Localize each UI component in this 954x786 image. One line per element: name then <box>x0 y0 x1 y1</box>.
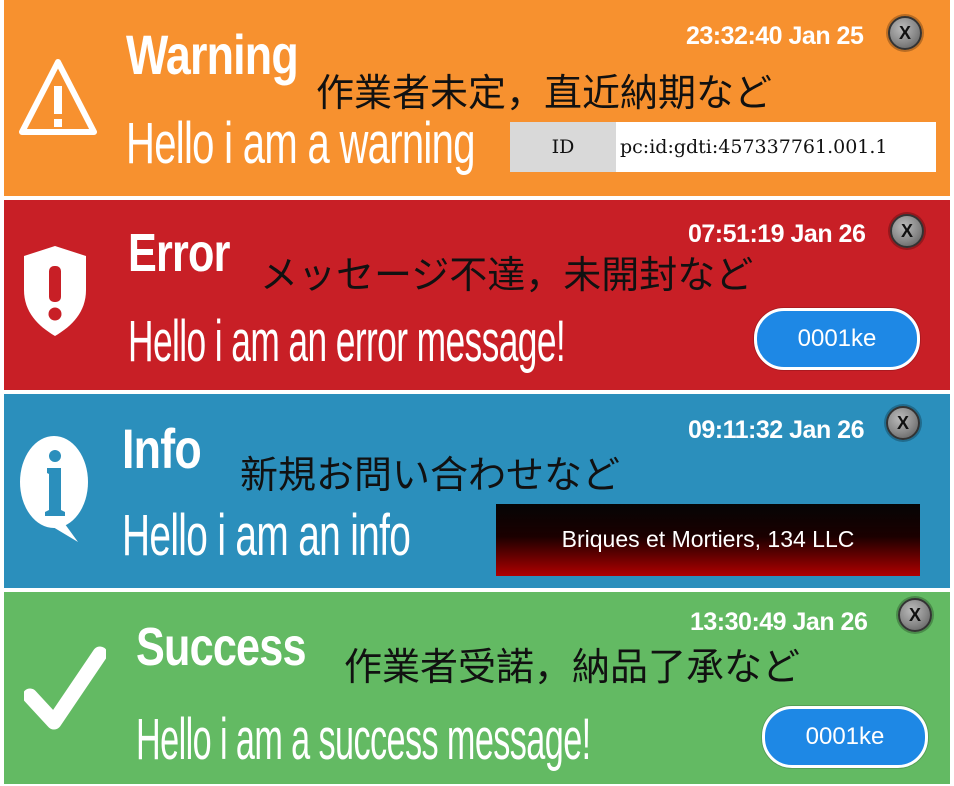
notification-title: Error <box>128 223 230 283</box>
notification-title: Warning <box>126 23 299 86</box>
info-notification: Info Hello i am an info 新規お問い合わせなど 09:11… <box>4 394 950 588</box>
notification-message: Hello i am a warning <box>126 111 475 176</box>
notification-title: Success <box>136 617 307 677</box>
success-notification: Success Hello i am a success message! 作業… <box>4 592 950 784</box>
notification-timestamp: 23:32:40 Jan 25 <box>686 22 864 50</box>
warning-triangle-icon <box>19 59 97 135</box>
notification-message: Hello i am a success message! <box>136 707 591 772</box>
company-label: Briques et Mortiers, 134 LLC <box>496 504 920 576</box>
id-label: ID <box>510 122 616 172</box>
checkmark-icon <box>24 646 106 730</box>
close-button[interactable]: X <box>898 598 932 632</box>
notification-timestamp: 07:51:19 Jan 26 <box>688 220 866 248</box>
notification-message: Hello i am an error message! <box>128 309 566 374</box>
notification-subtitle: 作業者受諾，納品了承など <box>344 645 801 689</box>
error-notification: Error Hello i am an error message! メッセージ… <box>4 200 950 390</box>
notification-subtitle: メッセージ不達，未開封など <box>260 253 754 297</box>
id-field: ID pc:id:gdti:457337761.001.1 <box>510 122 936 172</box>
warning-notification: Warning Hello i am a warning 作業者未定，直近納期な… <box>4 0 950 196</box>
reference-badge-button[interactable]: 0001ke <box>762 706 928 768</box>
close-button[interactable]: X <box>886 406 920 440</box>
shield-alert-icon <box>24 246 86 336</box>
close-button[interactable]: X <box>888 16 922 50</box>
reference-badge-button[interactable]: 0001ke <box>754 308 920 370</box>
id-value: pc:id:gdti:457337761.001.1 <box>620 136 888 158</box>
notification-message: Hello i am an info <box>122 503 411 568</box>
notification-subtitle: 新規お問い合わせなど <box>240 453 621 497</box>
notification-subtitle: 作業者未定，直近納期など <box>316 71 773 115</box>
close-button[interactable]: X <box>890 214 924 248</box>
info-speech-bubble-icon <box>20 436 88 542</box>
notification-timestamp: 09:11:32 Jan 26 <box>688 416 864 444</box>
notification-timestamp: 13:30:49 Jan 26 <box>690 608 868 636</box>
notification-title: Info <box>122 417 202 480</box>
